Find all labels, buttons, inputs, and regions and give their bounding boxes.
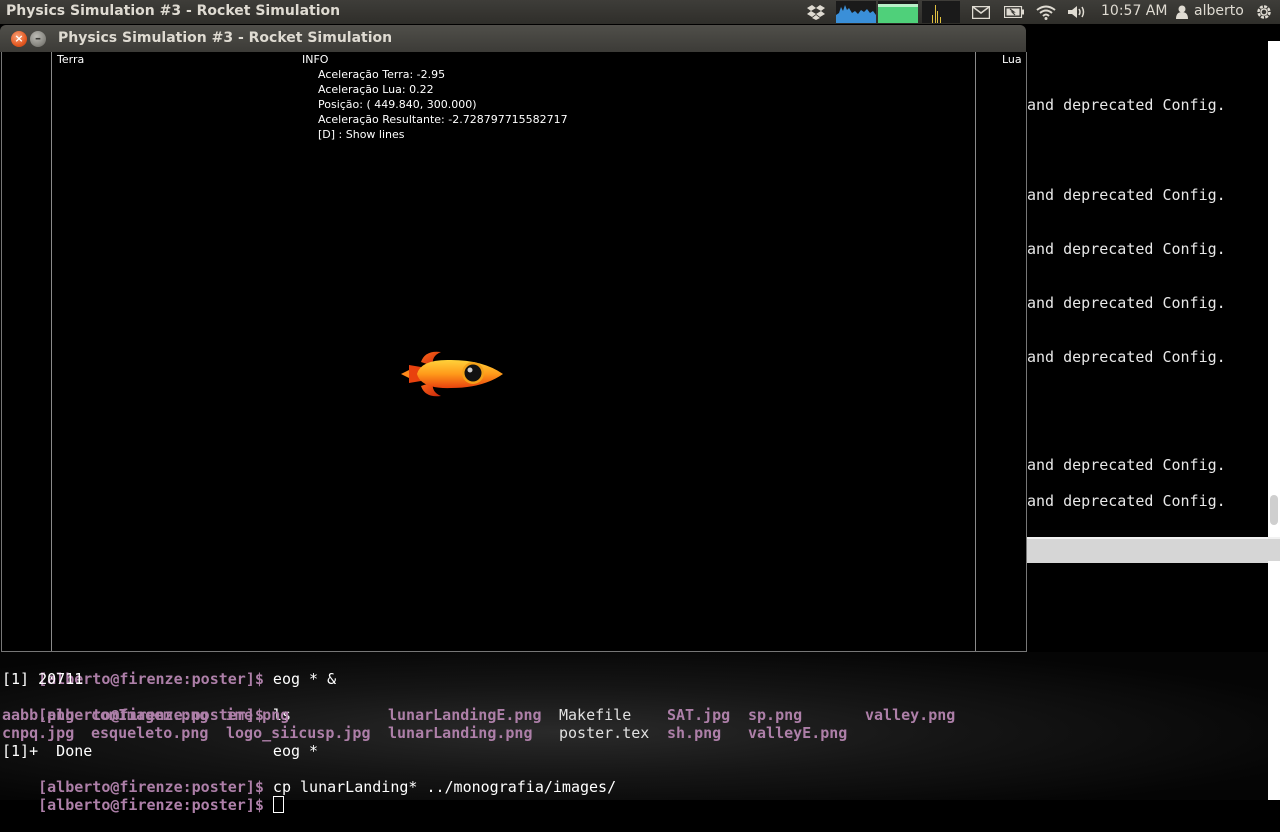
earth-label: Terra xyxy=(57,53,85,66)
file-entry: SAT.jpg xyxy=(667,706,731,724)
pane-divider[interactable] xyxy=(1026,537,1280,563)
terminal-line: and deprecated Config. xyxy=(1027,240,1226,258)
mail-icon[interactable] xyxy=(970,0,992,24)
file-entry: valley.png xyxy=(865,706,956,724)
terminal-line: [alberto@firenze:poster]$ xyxy=(2,778,284,814)
terminal-line: [alberto@firenze:poster]$ ls xyxy=(2,688,291,724)
terminal-line: [alberto@firenze:poster]$ cp lunarLandin… xyxy=(2,760,616,796)
simulation-window[interactable]: × – Physics Simulation #3 - Rocket Simul… xyxy=(0,25,1027,652)
earth-boundary-line xyxy=(51,52,52,651)
file-entry: cnpq.jpg xyxy=(2,724,75,742)
file-entry: sp.png xyxy=(748,706,803,724)
terminal-line: [alberto@firenze:poster]$ eog * & xyxy=(2,652,336,688)
file-entry: Makefile xyxy=(559,706,632,724)
simulation-canvas[interactable]: Terra INFO Lua Aceleração Terra: -2.95 A… xyxy=(1,52,1027,652)
info-heading: INFO xyxy=(302,53,329,66)
file-entry: sh.png xyxy=(667,724,722,742)
close-icon[interactable]: × xyxy=(11,31,27,47)
file-entry: comImagem.png xyxy=(91,706,209,724)
gear-icon[interactable] xyxy=(1253,0,1275,24)
terminal-output: [1] 20711 xyxy=(2,670,84,688)
scrollbar-thumb[interactable] xyxy=(1270,495,1278,525)
background-terminal[interactable]: and deprecated Config. and deprecated Co… xyxy=(1026,41,1268,537)
battery-icon[interactable] xyxy=(1003,0,1025,24)
terminal-line: and deprecated Config. xyxy=(1027,348,1226,366)
window-title: Physics Simulation #3 - Rocket Simulatio… xyxy=(58,30,393,46)
wifi-icon[interactable] xyxy=(1035,0,1057,24)
file-entry: esqueleto.png xyxy=(91,724,209,742)
terminal-line: and deprecated Config. xyxy=(1027,492,1226,510)
terminal-command xyxy=(264,796,273,814)
dropbox-icon[interactable] xyxy=(806,0,826,24)
info-position: Posição: ( 449.840, 300.000) xyxy=(318,98,477,111)
info-resultant-acceleration: Aceleração Resultante: -2.72879771558271… xyxy=(318,113,568,126)
panel-clock[interactable]: 10:57 AM xyxy=(1101,3,1167,19)
terminal[interactable]: [alberto@firenze:poster]$ eog * & [1] 20… xyxy=(0,652,1268,814)
terminal-line: and deprecated Config. xyxy=(1027,186,1226,204)
info-moon-acceleration: Aceleração Lua: 0.22 xyxy=(318,83,434,96)
window-titlebar[interactable]: × – Physics Simulation #3 - Rocket Simul… xyxy=(0,25,1026,52)
terminal-scrollbar[interactable] xyxy=(1268,561,1280,800)
file-entry: lunarLandingE.png xyxy=(388,706,542,724)
user-icon[interactable] xyxy=(1174,0,1190,24)
background-terminal-scrollbar[interactable] xyxy=(1268,41,1280,537)
minimize-icon[interactable]: – xyxy=(30,31,46,47)
terminal-line: and deprecated Config. xyxy=(1027,96,1226,114)
volume-icon[interactable] xyxy=(1067,0,1089,24)
system-monitor-icon[interactable] xyxy=(836,0,960,24)
active-window-title: Physics Simulation #3 - Rocket Simulatio… xyxy=(6,3,341,19)
terminal-line: and deprecated Config. xyxy=(1027,294,1226,312)
terminal-command: eog * & xyxy=(263,670,337,688)
terminal-prompt: [alberto@firenze:poster]$ xyxy=(38,796,264,814)
file-entry: lunarLanding.png xyxy=(388,724,533,742)
moon-label: Lua xyxy=(1002,53,1022,66)
moon-boundary-line xyxy=(975,52,976,651)
file-entry: ime.png xyxy=(226,706,290,724)
file-entry: logo_siicusp.jpg xyxy=(226,724,371,742)
panel-username[interactable]: alberto xyxy=(1194,3,1244,19)
info-earth-acceleration: Aceleração Terra: -2.95 xyxy=(318,68,446,81)
top-panel: Physics Simulation #3 - Rocket Simulatio… xyxy=(0,0,1280,24)
rocket-icon xyxy=(401,351,503,397)
terminal-command: cp lunarLanding* ../monografia/images/ xyxy=(263,778,617,796)
info-show-lines-hint: [D] : Show lines xyxy=(318,128,405,141)
terminal-cursor xyxy=(272,796,284,813)
terminal-output: [1]+ Done eog * xyxy=(2,742,319,760)
file-entry: valleyE.png xyxy=(748,724,848,742)
file-entry: poster.tex xyxy=(559,724,650,742)
file-entry: aabb.png xyxy=(2,706,75,724)
terminal-line: and deprecated Config. xyxy=(1027,456,1226,474)
